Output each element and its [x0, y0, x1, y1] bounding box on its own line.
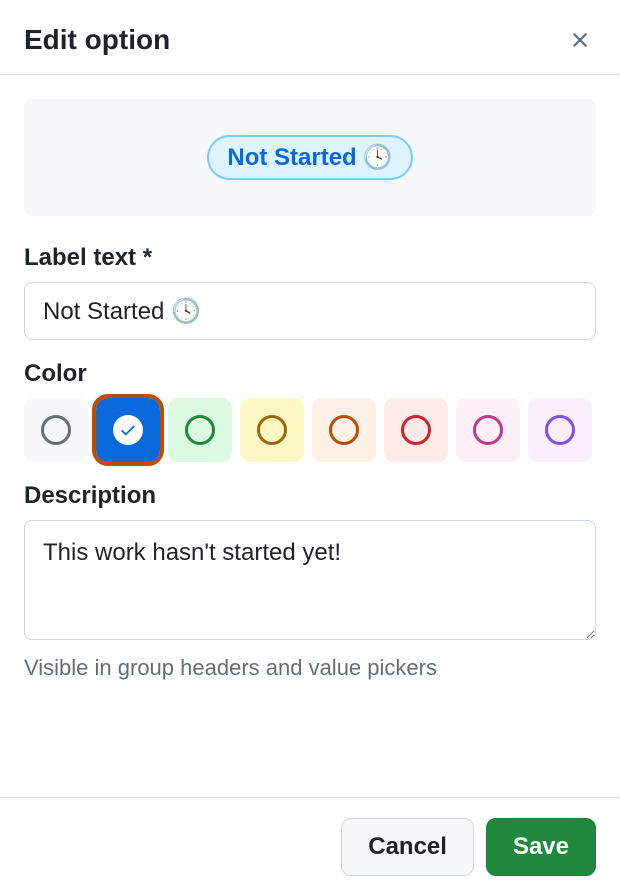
circle-icon — [401, 415, 431, 445]
label-text-input[interactable] — [24, 282, 596, 340]
status-pill-label: Not Started — [227, 144, 356, 172]
dialog-title: Edit option — [24, 24, 170, 56]
circle-icon — [257, 415, 287, 445]
color-swatch-gray[interactable] — [24, 398, 88, 462]
edit-option-dialog: Edit option Not Started 🕓 Label text * C… — [0, 0, 620, 896]
circle-icon — [473, 415, 503, 445]
close-button[interactable] — [564, 24, 596, 56]
color-swatch-blue[interactable] — [96, 398, 160, 462]
dialog-header: Edit option — [0, 0, 620, 75]
color-swatch-pink[interactable] — [456, 398, 520, 462]
preview-box: Not Started 🕓 — [24, 99, 596, 216]
check-circle-icon — [113, 415, 143, 445]
color-swatch-yellow[interactable] — [240, 398, 304, 462]
circle-icon — [185, 415, 215, 445]
cancel-button[interactable]: Cancel — [341, 818, 474, 876]
circle-icon — [329, 415, 359, 445]
color-group: Color — [24, 360, 596, 462]
color-swatch-row — [24, 398, 596, 462]
dialog-body: Not Started 🕓 Label text * Color — [0, 75, 620, 797]
clock-icon: 🕓 — [363, 143, 393, 172]
color-swatch-green[interactable] — [168, 398, 232, 462]
label-text-group: Label text * — [24, 244, 596, 340]
description-helper: Visible in group headers and value picke… — [24, 655, 596, 681]
description-group: Description Visible in group headers and… — [24, 482, 596, 681]
save-button[interactable]: Save — [486, 818, 596, 876]
circle-icon — [41, 415, 71, 445]
color-swatch-red[interactable] — [384, 398, 448, 462]
color-swatch-purple[interactable] — [528, 398, 592, 462]
description-label: Description — [24, 482, 596, 510]
circle-icon — [545, 415, 575, 445]
color-swatch-orange[interactable] — [312, 398, 376, 462]
label-text-label: Label text * — [24, 244, 596, 272]
dialog-footer: Cancel Save — [0, 797, 620, 896]
close-icon — [568, 28, 592, 52]
status-pill-preview: Not Started 🕓 — [207, 135, 412, 180]
color-label: Color — [24, 360, 596, 388]
description-textarea[interactable] — [24, 520, 596, 640]
